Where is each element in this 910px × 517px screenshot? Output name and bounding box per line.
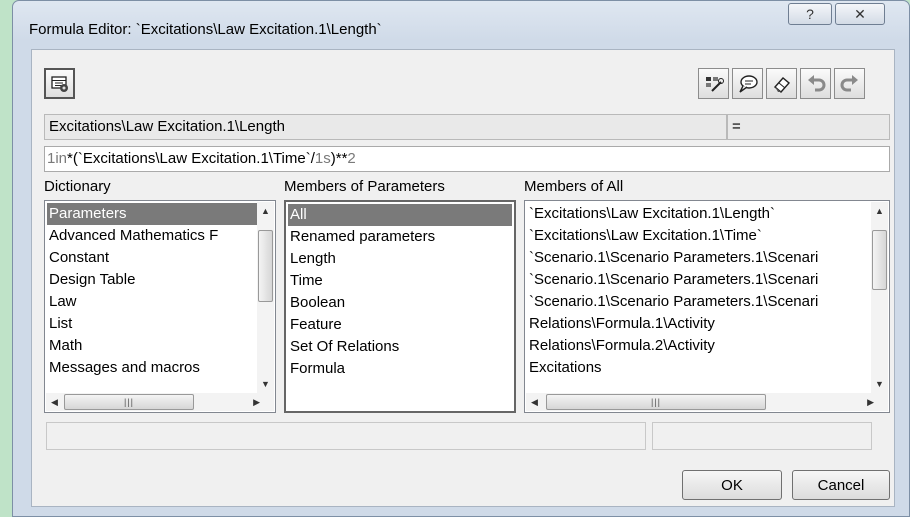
formula-token: *(`Excitations\Law Excitation.1\Time` xyxy=(67,150,311,167)
formula-input[interactable]: 1in*(`Excitations\Law Excitation.1\Time`… xyxy=(44,146,890,172)
members-params-item[interactable]: Formula xyxy=(288,358,512,380)
close-icon: ✕ xyxy=(854,5,866,22)
dictionary-item[interactable]: List xyxy=(47,313,257,335)
members-all-item[interactable]: `Excitations\Law Excitation.1\Time` xyxy=(527,225,871,247)
scroll-down-icon[interactable]: ▼ xyxy=(875,379,884,389)
scroll-left-icon[interactable]: ◀ xyxy=(531,397,538,407)
dictionary-items: Parameters Advanced Mathematics F Constant… xyxy=(47,203,257,379)
dialog-body: Excitations\Law Excitation.1\Length = 1i… xyxy=(31,49,895,507)
scroll-thumb[interactable]: ||| xyxy=(64,394,194,410)
formula-editor-window: Formula Editor: `Excitations\Law Excitat… xyxy=(12,0,910,517)
equals-field: = xyxy=(727,114,890,140)
scroll-right-icon[interactable]: ▶ xyxy=(253,397,260,407)
members-all-item[interactable]: Relations\Formula.2\Activity xyxy=(527,335,871,357)
members-all-hscroll[interactable]: ◀ ||| ▶ xyxy=(526,393,888,411)
redo-button[interactable] xyxy=(834,68,865,99)
members-params-header: Members of Parameters xyxy=(284,178,445,195)
scroll-thumb[interactable] xyxy=(872,230,887,290)
wizard-icon xyxy=(705,76,724,92)
dictionary-hscroll[interactable]: ◀ ||| ▶ xyxy=(46,393,274,411)
scroll-down-icon[interactable]: ▼ xyxy=(261,379,270,389)
scroll-thumb[interactable] xyxy=(258,230,273,302)
members-params-item[interactable]: Set Of Relations xyxy=(288,336,512,358)
scroll-up-icon[interactable]: ▲ xyxy=(875,206,884,216)
help-button[interactable]: ? xyxy=(788,3,832,25)
members-params-items: All Renamed parameters Length Time Boolean Fe… xyxy=(288,204,512,380)
scroll-right-icon[interactable]: ▶ xyxy=(867,397,874,407)
eraser-button[interactable] xyxy=(766,68,797,99)
formula-settings-icon xyxy=(50,75,68,92)
dictionary-item[interactable]: Law xyxy=(47,291,257,313)
help-icon: ? xyxy=(806,6,814,22)
members-params-item[interactable]: Time xyxy=(288,270,512,292)
dictionary-list[interactable]: Parameters Advanced Mathematics F Constant… xyxy=(44,200,276,413)
undo-button[interactable] xyxy=(800,68,831,99)
parameter-name-field: Excitations\Law Excitation.1\Length xyxy=(44,114,727,140)
status-field-right xyxy=(652,422,872,450)
formula-token: 1in xyxy=(47,150,68,167)
dictionary-item[interactable]: Design Table xyxy=(47,269,257,291)
formula-token: 2 xyxy=(347,150,356,167)
members-all-item[interactable]: `Scenario.1\Scenario Parameters.1\Scenar… xyxy=(527,291,871,313)
members-params-item[interactable]: All xyxy=(288,204,512,226)
dictionary-vscroll[interactable]: ▲ ▼ xyxy=(257,202,274,393)
formula-token: )** xyxy=(330,150,348,167)
dictionary-item[interactable]: Messages and macros xyxy=(47,357,257,379)
members-params-item[interactable]: Feature xyxy=(288,314,512,336)
title-bar[interactable]: Formula Editor: `Excitations\Law Excitat… xyxy=(13,1,909,49)
members-all-item[interactable]: `Scenario.1\Scenario Parameters.1\Scenar… xyxy=(527,247,871,269)
undo-icon xyxy=(807,74,825,91)
formula-settings-button[interactable] xyxy=(44,68,75,99)
comment-icon xyxy=(738,74,758,93)
dictionary-item[interactable]: Constant xyxy=(47,247,257,269)
members-all-item[interactable]: `Scenario.1\Scenario Parameters.1\Scenar… xyxy=(527,269,871,291)
scroll-thumb[interactable]: ||| xyxy=(546,394,766,410)
status-field-left xyxy=(46,422,646,450)
eraser-icon xyxy=(773,76,790,93)
ok-button[interactable]: OK xyxy=(682,470,782,500)
members-all-item[interactable]: Relations\Formula.1\Activity xyxy=(527,313,871,335)
members-params-item[interactable]: Length xyxy=(288,248,512,270)
cancel-button[interactable]: Cancel xyxy=(792,470,890,500)
members-params-item[interactable]: Boolean xyxy=(288,292,512,314)
dictionary-item[interactable]: Parameters xyxy=(47,203,257,225)
members-all-vscroll[interactable]: ▲ ▼ xyxy=(871,202,888,393)
members-params-item[interactable]: Renamed parameters xyxy=(288,226,512,248)
members-all-header: Members of All xyxy=(524,178,624,195)
redo-icon xyxy=(840,74,858,91)
scroll-up-icon[interactable]: ▲ xyxy=(261,206,270,216)
window-title: Formula Editor: `Excitations\Law Excitat… xyxy=(29,21,382,38)
formula-token: 1s xyxy=(314,150,331,167)
members-all-item[interactable]: Excitations xyxy=(527,357,871,379)
dictionary-item[interactable]: Math xyxy=(47,335,257,357)
members-all-item[interactable]: `Excitations\Law Excitation.1\Length` xyxy=(527,203,871,225)
wizard-button[interactable] xyxy=(698,68,729,99)
members-all-list[interactable]: `Excitations\Law Excitation.1\Length` `Ex… xyxy=(524,200,890,413)
scroll-left-icon[interactable]: ◀ xyxy=(51,397,58,407)
dictionary-item[interactable]: Advanced Mathematics F xyxy=(47,225,257,247)
close-button[interactable]: ✕ xyxy=(835,3,885,25)
members-all-items: `Excitations\Law Excitation.1\Length` `Ex… xyxy=(527,203,871,379)
comment-button[interactable] xyxy=(732,68,763,99)
members-params-list[interactable]: All Renamed parameters Length Time Boolean Fe… xyxy=(284,200,516,413)
dictionary-header: Dictionary xyxy=(44,178,111,195)
